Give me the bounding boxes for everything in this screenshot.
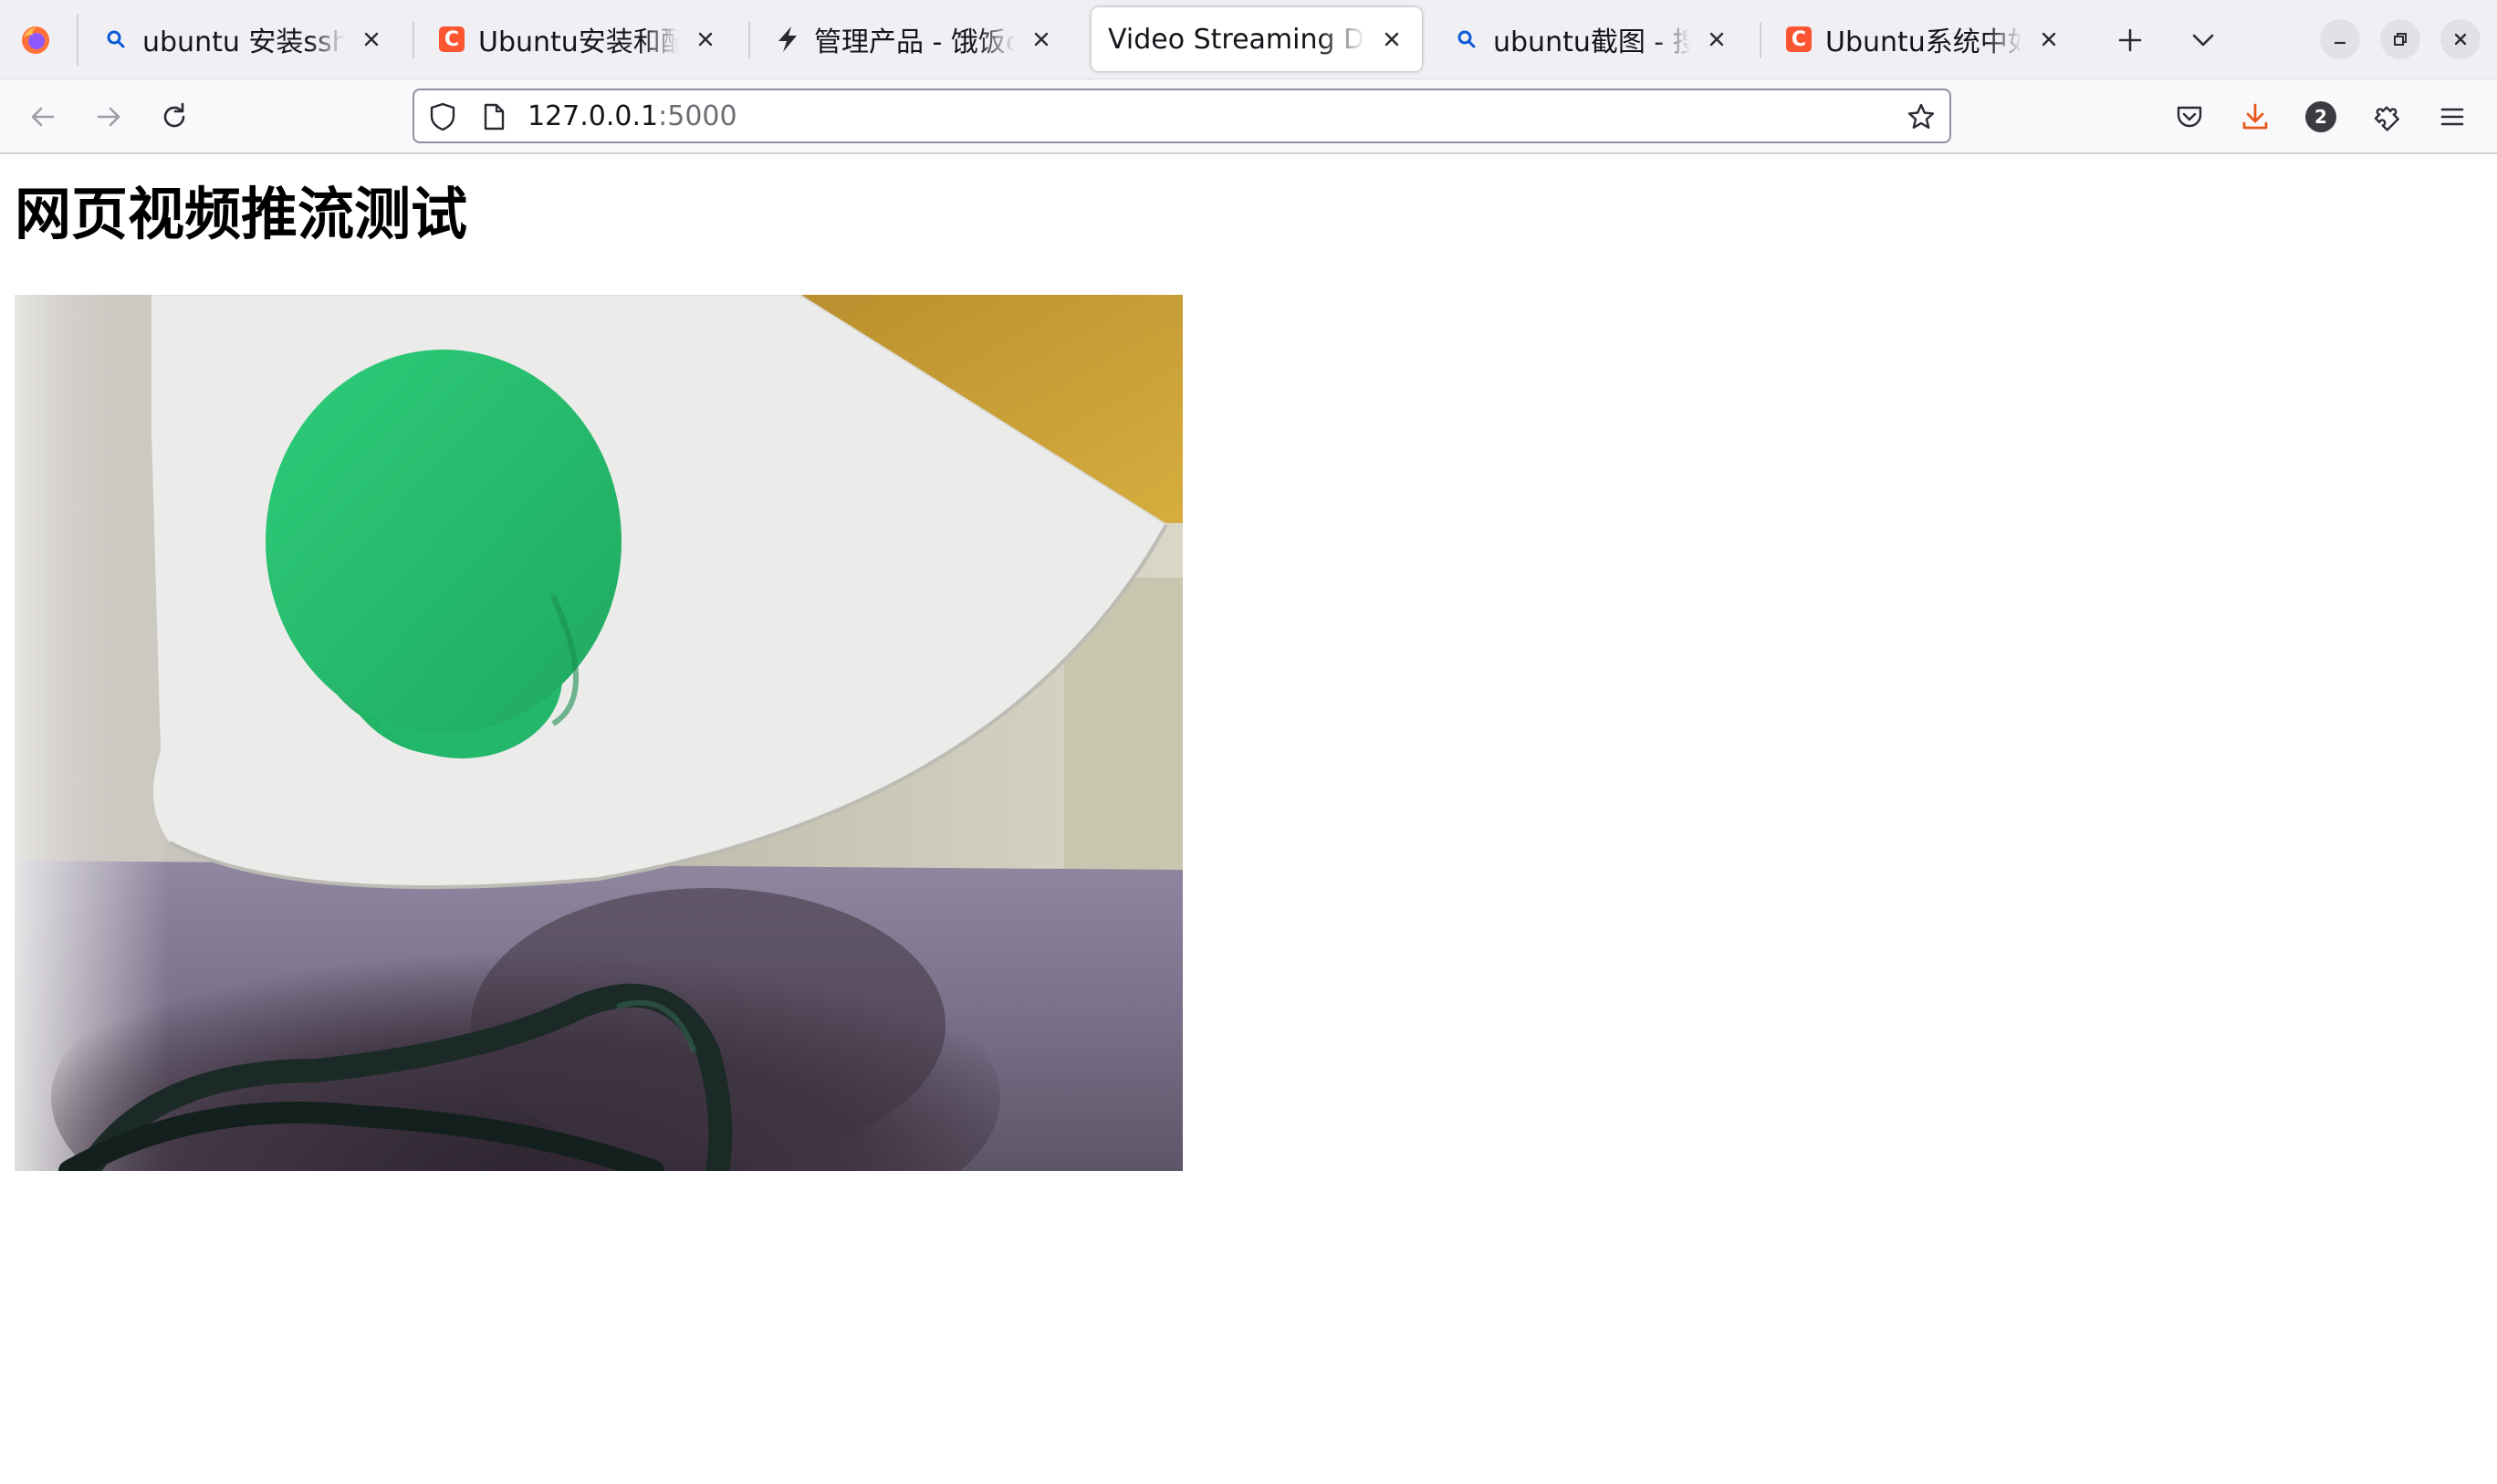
bookmark-star-icon[interactable] bbox=[1906, 101, 1937, 132]
chevron-down-icon bbox=[2192, 34, 2214, 47]
close-icon bbox=[2454, 33, 2467, 46]
video-stream-image bbox=[15, 295, 1183, 1171]
tab-ubuntu-screenshot-howto[interactable]: C Ubuntu系统中如何截图 bbox=[1769, 7, 2079, 71]
hamburger-menu-icon bbox=[2440, 108, 2464, 126]
minimize-icon bbox=[2335, 41, 2346, 45]
tab-label: 管理产品 - 饿饭cc云 bbox=[814, 26, 1015, 58]
tab-label: ubuntu截图 - 搜索 bbox=[1493, 26, 1690, 58]
firefox-icon bbox=[22, 26, 49, 54]
bolt-icon bbox=[774, 26, 801, 53]
restore-icon bbox=[2394, 33, 2407, 46]
tab-ubuntu-ssh-search[interactable]: ubuntu 安装ssh - 搜索 bbox=[86, 7, 402, 71]
downloads-button[interactable] bbox=[2232, 94, 2278, 140]
restore-button[interactable] bbox=[2380, 19, 2420, 59]
close-tab-icon[interactable] bbox=[692, 26, 719, 53]
page-content: 网页视频推流测试 bbox=[0, 154, 2497, 1484]
address-bar[interactable]: 127.0.0.1:5000 bbox=[413, 89, 1951, 143]
page-heading: 网页视频推流测试 bbox=[15, 181, 468, 247]
puzzle-icon bbox=[2374, 106, 2399, 131]
list-all-tabs-button[interactable] bbox=[2183, 20, 2223, 60]
close-tab-icon[interactable] bbox=[2035, 26, 2063, 53]
tab-label: Ubuntu安装和配置ssh bbox=[478, 26, 679, 58]
account-notification-button[interactable]: 2 bbox=[2298, 94, 2344, 140]
close-tab-icon[interactable] bbox=[358, 26, 385, 53]
notification-count-badge: 2 bbox=[2305, 101, 2336, 132]
page-info-icon[interactable] bbox=[478, 101, 509, 132]
app-menu-button[interactable] bbox=[2429, 94, 2475, 140]
tab-separator bbox=[413, 22, 414, 58]
tab-label: Ubuntu系统中如何截图 bbox=[1825, 26, 2022, 58]
arrow-right-icon bbox=[97, 107, 120, 127]
tab-manage-products[interactable]: 管理产品 - 饿饭cc云 bbox=[757, 7, 1071, 71]
download-icon bbox=[2242, 103, 2268, 130]
firefox-view-button[interactable] bbox=[13, 18, 58, 62]
close-tab-icon[interactable] bbox=[1703, 26, 1730, 53]
search-icon bbox=[1453, 26, 1480, 53]
csdn-glyph: C bbox=[439, 26, 465, 52]
reload-button[interactable] bbox=[151, 94, 197, 140]
tab-separator bbox=[748, 22, 750, 58]
pocket-icon bbox=[2177, 106, 2202, 128]
url-text[interactable]: 127.0.0.1:5000 bbox=[528, 99, 737, 134]
minimize-button[interactable] bbox=[2320, 19, 2360, 59]
tab-video-streaming-demo[interactable]: Video Streaming Demo bbox=[1092, 7, 1422, 71]
close-tab-icon[interactable] bbox=[1378, 26, 1405, 53]
forward-button[interactable] bbox=[86, 94, 131, 140]
tab-label: ubuntu 安装ssh - 搜索 bbox=[142, 26, 345, 58]
extensions-button[interactable] bbox=[2364, 94, 2409, 140]
tab-separator bbox=[1760, 22, 1761, 58]
url-port: :5000 bbox=[658, 100, 737, 132]
strip-separator bbox=[77, 15, 78, 66]
back-button[interactable] bbox=[20, 94, 66, 140]
csdn-icon: C bbox=[1785, 26, 1813, 53]
tab-ubuntu-screenshot-search[interactable]: ubuntu截图 - 搜索 bbox=[1437, 7, 1747, 71]
search-icon bbox=[102, 26, 130, 53]
csdn-icon: C bbox=[438, 26, 465, 53]
new-tab-button[interactable] bbox=[2110, 20, 2150, 60]
tab-ubuntu-ssh-config[interactable]: C Ubuntu安装和配置ssh bbox=[422, 7, 736, 71]
tab-strip: ubuntu 安装ssh - 搜索 C Ubuntu安装和配置ssh 管理产品 … bbox=[0, 0, 2497, 79]
tab-label: Video Streaming Demo bbox=[1108, 23, 1365, 56]
navigation-toolbar: 127.0.0.1:5000 2 bbox=[0, 79, 2497, 154]
csdn-glyph: C bbox=[1786, 26, 1812, 52]
close-window-button[interactable] bbox=[2440, 19, 2481, 59]
arrow-left-icon bbox=[31, 107, 55, 127]
pocket-button[interactable] bbox=[2167, 94, 2212, 140]
tracking-protection-shield-icon[interactable] bbox=[427, 101, 458, 132]
reload-icon bbox=[163, 102, 185, 128]
plus-icon bbox=[2118, 28, 2142, 52]
url-host: 127.0.0.1 bbox=[528, 100, 659, 132]
close-tab-icon[interactable] bbox=[1028, 26, 1055, 53]
